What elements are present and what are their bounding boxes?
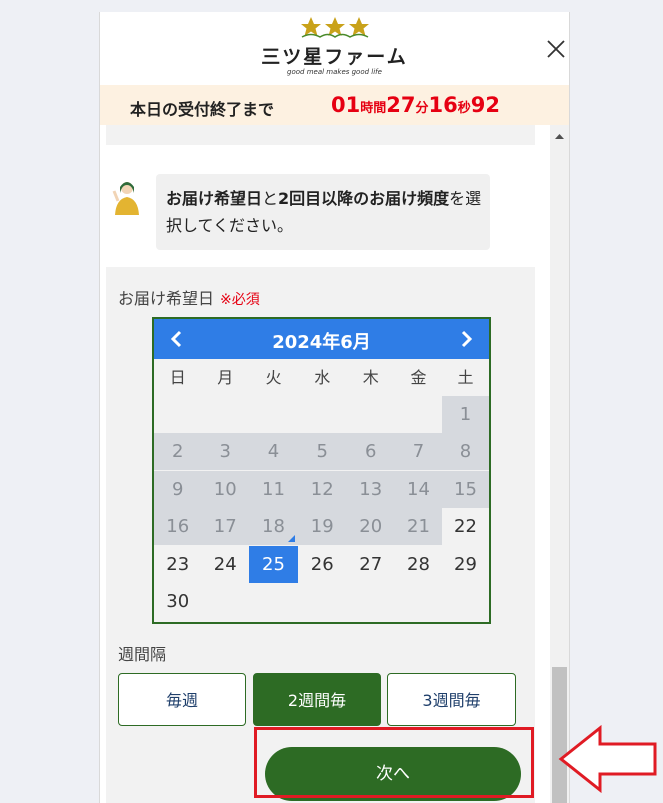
calendar-day-27[interactable]: 27 xyxy=(347,546,396,583)
calendar-day-22[interactable]: 22 xyxy=(442,508,489,545)
calendar-day-14: 14 xyxy=(395,470,442,508)
interval-triweekly-button[interactable]: 3週間毎 xyxy=(387,673,516,726)
calendar-day-8: 8 xyxy=(442,433,489,471)
calendar-day-28[interactable]: 28 xyxy=(395,546,442,583)
calendar-day-29[interactable]: 29 xyxy=(442,546,489,583)
delivery-date-label-text: お届け希望日 xyxy=(118,289,215,308)
previous-card xyxy=(106,125,535,145)
timer-label: 本日の受付終了まで xyxy=(130,100,275,119)
calendar-day-23[interactable]: 23 xyxy=(154,546,202,583)
calendar-day-25[interactable]: 25 xyxy=(249,545,298,583)
calendar-day-17: 17 xyxy=(201,508,249,546)
calendar-day-12: 12 xyxy=(298,470,347,508)
interval-label: 週間隔 xyxy=(118,645,167,664)
calendar-day-11: 11 xyxy=(249,470,298,508)
calendar-day-5: 5 xyxy=(298,433,347,471)
calendar-day-4: 4 xyxy=(249,433,298,471)
calendar-day-30[interactable]: 30 xyxy=(154,583,202,620)
assistant-avatar-icon xyxy=(112,182,139,215)
left-arrow-annotation-icon xyxy=(558,725,657,793)
timer-minutes-unit: 分 xyxy=(415,101,429,116)
weekday-label: 火 xyxy=(265,368,282,387)
calendar-day-24[interactable]: 24 xyxy=(202,546,250,583)
weekday-label: 木 xyxy=(362,368,379,387)
weekday-label: 水 xyxy=(314,368,331,387)
calendar-day-7: 7 xyxy=(395,433,442,471)
delivery-date-label: お届け希望日 ※必須 xyxy=(118,285,260,309)
calendar-day-20: 20 xyxy=(346,508,395,546)
calendar-day-16: 16 xyxy=(154,508,202,546)
chevron-right-icon[interactable] xyxy=(455,328,477,350)
calendar-day-19: 19 xyxy=(298,508,347,546)
weekday-label: 日 xyxy=(169,368,186,387)
timer-fraction: 92 xyxy=(470,93,500,117)
calendar-day-1: 1 xyxy=(442,396,489,433)
weekday-label: 月 xyxy=(217,368,234,387)
message-bold-date: お届け希望日 xyxy=(166,189,263,208)
deadline-timer-bar: 本日の受付終了まで 01時間27分16秒92 xyxy=(100,85,569,125)
today-marker-icon xyxy=(288,535,295,543)
message-text-and: と xyxy=(262,189,279,208)
timer-seconds-unit: 秒 xyxy=(457,101,471,116)
scrollbar[interactable] xyxy=(550,125,569,803)
timer-hours-unit: 時間 xyxy=(360,101,387,116)
interval-weekly-button[interactable]: 毎週 xyxy=(118,673,246,726)
calendar-day-2: 2 xyxy=(154,433,202,471)
calendar-header: 2024年6月 xyxy=(154,319,489,359)
calendar-day-3: 3 xyxy=(201,433,249,471)
close-icon[interactable] xyxy=(545,38,567,60)
brand-name: 三ツ星ファーム xyxy=(261,46,408,68)
timer-minutes: 27 xyxy=(386,93,416,117)
calendar-day-26[interactable]: 26 xyxy=(298,546,347,583)
timer-hours: 01 xyxy=(331,93,361,117)
required-mark: ※必須 xyxy=(220,292,260,308)
brand-tagline: good meal makes good life xyxy=(287,68,382,76)
scroll-up-arrow-icon[interactable] xyxy=(550,129,569,143)
weekday-label: 金 xyxy=(410,368,427,387)
calendar-day-15: 15 xyxy=(442,470,489,508)
delivery-calendar: 2024年6月 日月火水木金土 1 2 3 4 5 6 7 8 9 10 11 12 13 14 15 16 1… xyxy=(152,317,491,624)
assistant-message: お届け希望日と2回目以降のお届け頻度を選択してください。 xyxy=(166,185,484,239)
calendar-day-18: 18 xyxy=(249,508,298,546)
calendar-day-13: 13 xyxy=(346,470,395,508)
annotation-highlight-box xyxy=(254,727,534,798)
timer-seconds: 16 xyxy=(428,93,458,117)
delivery-form-card: お届け希望日 ※必須 2024年6月 日月火水木金土 1 2 3 4 5 6 7 8 9 10 11 1… xyxy=(106,267,535,803)
calendar-day-6: 6 xyxy=(346,433,395,471)
chat-scroll-area[interactable]: お届け希望日と2回目以降のお届け頻度を選択してください。 お届け希望日 ※必須 2… xyxy=(100,125,550,803)
message-bold-frequency: 2回目以降のお届け頻度 xyxy=(278,189,450,208)
app-frame: 三ツ星ファーム good meal makes good life 本日の受付終… xyxy=(99,12,570,803)
calendar-day-10: 10 xyxy=(201,470,249,508)
interval-biweekly-button[interactable]: 2週間毎 xyxy=(253,673,381,726)
weekday-label: 土 xyxy=(457,368,474,387)
weekday-header-row: 日月火水木金土 xyxy=(154,359,489,396)
calendar-day-21: 21 xyxy=(395,508,442,546)
countdown-timer: 01時間27分16秒92 xyxy=(331,93,500,117)
three-stars-logo-icon xyxy=(301,17,369,38)
calendar-month-title: 2024年6月 xyxy=(272,332,371,353)
header: 三ツ星ファーム good meal makes good life xyxy=(100,12,569,85)
assistant-message-bubble: お届け希望日と2回目以降のお届け頻度を選択してください。 xyxy=(156,174,490,250)
calendar-day-9: 9 xyxy=(154,470,202,508)
